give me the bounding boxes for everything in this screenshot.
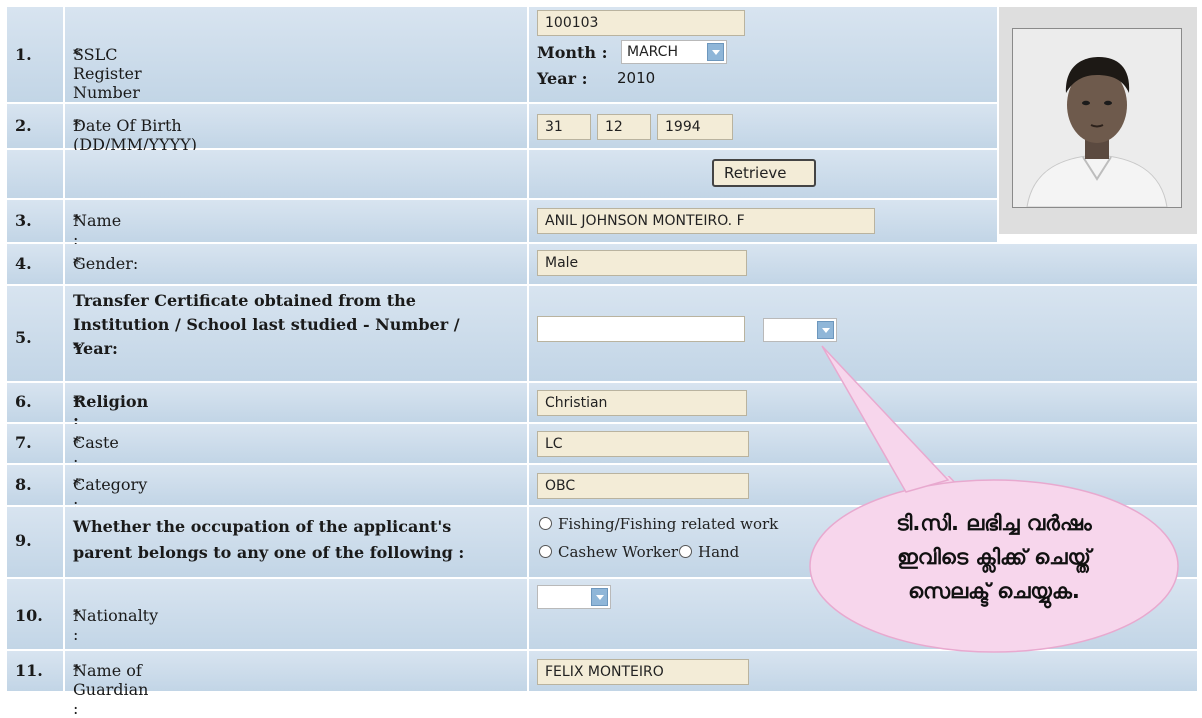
field-label-line: Institution / School last studied - Numb… <box>73 315 460 334</box>
guardian-name-input[interactable]: FELIX MONTEIRO <box>537 659 749 685</box>
chevron-down-icon <box>591 588 608 606</box>
retrieve-button[interactable]: Retrieve <box>712 159 816 187</box>
chevron-down-icon <box>817 321 834 339</box>
row-number: 9. <box>15 531 32 550</box>
occupation-option-handloom[interactable]: Hand <box>679 543 739 561</box>
form-row-sslc: 1. SSLC Register Number : * 100103 Month… <box>7 7 1197 121</box>
form-row-dob: 2. Date Of Birth (DD/MM/YYYY) : * 31 12 … <box>7 104 1197 173</box>
month-select[interactable]: MARCH <box>621 40 727 64</box>
row-number: 1. <box>15 45 32 64</box>
row-number: 5. <box>15 328 32 347</box>
form-row-guardian: 11. Name of Guardian : * FELIX MONTEIRO <box>7 651 1197 718</box>
year-value: 2010 <box>617 69 656 87</box>
form-row-retrieve: Retrieve <box>7 150 1197 198</box>
callout-line: ടി.സി. ലഭിച്ച വർഷം <box>896 511 1092 535</box>
radio-button[interactable] <box>679 545 692 558</box>
row-number: 7. <box>15 433 32 452</box>
gender-input[interactable]: Male <box>537 250 747 276</box>
callout-line: സെലക്ട് ചെയ്യുക. <box>908 579 1080 603</box>
form-row-religion: 6. Religion : * Christian <box>7 383 1197 430</box>
nationality-select[interactable] <box>537 585 611 609</box>
tc-number-input[interactable] <box>537 316 745 342</box>
row-number: 11. <box>15 661 43 680</box>
row-number: 10. <box>15 606 43 625</box>
religion-input[interactable]: Christian <box>537 390 747 416</box>
row-number: 6. <box>15 392 32 411</box>
row-number: 4. <box>15 254 32 273</box>
field-label-line: Transfer Certificate obtained from the <box>73 291 416 310</box>
tc-year-select[interactable] <box>763 318 837 342</box>
form-row-transfer-certificate: 5. Transfer Certificate obtained from th… <box>7 286 1197 381</box>
sslc-register-number-input[interactable]: 100103 <box>537 10 745 36</box>
dob-month-input[interactable]: 12 <box>597 114 651 140</box>
name-input[interactable]: ANIL JOHNSON MONTEIRO. F <box>537 208 875 234</box>
row-number: 3. <box>15 211 32 230</box>
radio-button[interactable] <box>539 545 552 558</box>
form-row-caste: 7. Caste : * LC <box>7 424 1197 471</box>
occupation-option-cashew[interactable]: Cashew Worker <box>539 543 678 561</box>
radio-button[interactable] <box>539 517 552 530</box>
occupation-option-fishing[interactable]: Fishing/Fishing related work <box>539 515 778 533</box>
row-number: 8. <box>15 475 32 494</box>
category-input[interactable]: OBC <box>537 473 749 499</box>
callout-line: ഇവിടെ ക്ലിക്ക് ചെയ്ത് <box>897 545 1091 569</box>
required-star: * <box>73 45 81 64</box>
form-row-name: 3. Name : * ANIL JOHNSON MONTEIRO. F <box>7 200 1197 249</box>
dob-day-input[interactable]: 31 <box>537 114 591 140</box>
field-label-line: Whether the occupation of the applicant'… <box>73 517 452 536</box>
caste-input[interactable]: LC <box>537 431 749 457</box>
form-row-gender: 4. Gender: * Male <box>7 244 1197 284</box>
month-label: Month : <box>537 43 608 62</box>
year-label: Year : <box>537 69 588 88</box>
field-label-line: parent belongs to any one of the followi… <box>73 543 465 562</box>
dob-year-input[interactable]: 1994 <box>657 114 733 140</box>
row-number: 2. <box>15 116 32 135</box>
callout-annotation: ടി.സി. ലഭിച്ച വർഷം ഇവിടെ ക്ലിക്ക് ചെയ്ത്… <box>808 476 1180 654</box>
chevron-down-icon <box>707 43 724 61</box>
